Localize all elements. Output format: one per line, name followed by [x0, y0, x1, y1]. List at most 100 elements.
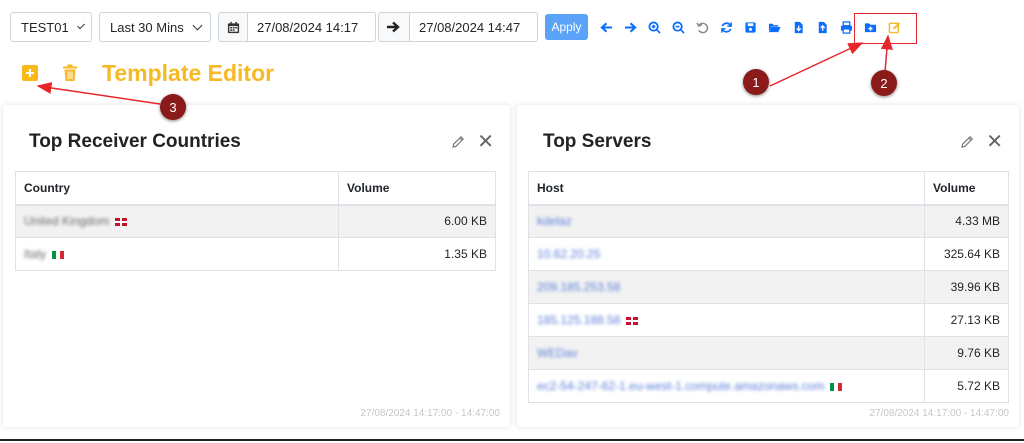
table-row[interactable]: United Kingdom 6.00 KB: [15, 204, 496, 238]
template-editor-bar: Template Editor: [22, 58, 274, 88]
table-header-row: Country Volume: [15, 171, 496, 206]
table-row[interactable]: WEDav 9.76 KB: [528, 336, 1009, 370]
table-row[interactable]: ec2-54-247-62-1.eu-west-1.compute.amazon…: [528, 369, 1009, 403]
column-header[interactable]: Host: [528, 171, 925, 206]
top-servers-panel: Top Servers ✕ Host Volume kdelaz 4.33 MB…: [517, 105, 1019, 427]
back-button[interactable]: [594, 12, 618, 42]
zoom-out-icon: [671, 20, 685, 34]
folder-open-icon: [768, 23, 781, 32]
table-cell: kdelaz: [528, 204, 925, 238]
zoom-in-button[interactable]: [642, 12, 666, 42]
pencil-icon[interactable]: [960, 135, 974, 149]
volume-cell: 39.96 KB: [924, 270, 1009, 304]
panel-tools: ✕: [451, 132, 494, 152]
close-icon[interactable]: ✕: [477, 132, 494, 152]
table-row[interactable]: 10.62.20.25 325.64 KB: [528, 237, 1009, 271]
chevron-down-icon: [192, 20, 203, 30]
file-export-icon: [794, 21, 803, 33]
panel-title: Top Servers: [543, 131, 652, 152]
country-name: Italy: [24, 247, 47, 261]
host-link[interactable]: ec2-54-247-62-1.eu-west-1.compute.amazon…: [537, 379, 824, 393]
highlight-box: [854, 13, 917, 44]
table-row[interactable]: kdelaz 4.33 MB: [528, 204, 1009, 238]
file-import-icon: [818, 21, 827, 33]
undo-icon: [695, 21, 708, 33]
forward-button[interactable]: [618, 12, 642, 42]
chevron-down-icon: [76, 21, 85, 29]
countries-table: Country Volume United Kingdom 6.00 KB It…: [15, 171, 496, 271]
refresh-button[interactable]: [714, 12, 738, 42]
close-icon[interactable]: ✕: [986, 132, 1003, 152]
country-name: United Kingdom: [24, 214, 110, 229]
open-button[interactable]: [762, 12, 786, 42]
table-row[interactable]: Italy 1.35 KB: [15, 237, 496, 271]
host-link[interactable]: WEDav: [537, 346, 578, 360]
undo-button[interactable]: [690, 12, 714, 42]
refresh-icon: [720, 21, 732, 33]
table-cell: 185.125.188.58: [528, 303, 925, 337]
volume-cell: 9.76 KB: [924, 336, 1009, 370]
toolbar: TEST01 Last 30 Mins 27/08/2024 14:17 27/…: [10, 12, 906, 42]
database-select[interactable]: TEST01: [10, 12, 92, 42]
calendar-button[interactable]: [218, 12, 248, 42]
flag-icon: [52, 250, 65, 259]
apply-button[interactable]: Apply: [545, 14, 588, 40]
bottom-divider: [0, 439, 1024, 441]
zoom-out-button[interactable]: [666, 12, 690, 42]
date-from-input[interactable]: 27/08/2024 14:17: [248, 12, 376, 42]
table-row[interactable]: 209.185.253.58 39.96 KB: [528, 270, 1009, 304]
panel-timestamp: 27/08/2024 14:17:00 - 14:47:00: [360, 408, 500, 419]
time-range-value: Last 30 Mins: [110, 19, 184, 35]
column-header[interactable]: Volume: [338, 171, 496, 206]
flag-icon: [626, 316, 639, 325]
zoom-in-icon: [647, 20, 661, 34]
volume-cell: 6.00 KB: [338, 204, 496, 238]
trash-icon[interactable]: [62, 64, 78, 82]
volume-cell: 325.64 KB: [924, 237, 1009, 271]
pencil-icon[interactable]: [451, 135, 465, 149]
volume-cell: 4.33 MB: [924, 204, 1009, 238]
save-icon: [744, 21, 756, 33]
table-header-row: Host Volume: [528, 171, 1009, 206]
date-to-input[interactable]: 27/08/2024 14:47: [410, 12, 538, 42]
arrow-left-icon: [599, 22, 612, 32]
host-link[interactable]: 209.185.253.58: [537, 280, 620, 294]
flag-icon: [830, 382, 843, 391]
column-header[interactable]: Volume: [924, 171, 1009, 206]
date-range-arrow-button[interactable]: [378, 12, 410, 42]
panel-tools: ✕: [960, 132, 1003, 152]
panel-timestamp: 27/08/2024 14:17:00 - 14:47:00: [869, 408, 1009, 419]
volume-cell: 5.72 KB: [924, 369, 1009, 403]
annotation-badge: 3: [160, 94, 186, 120]
template-editor-title: Template Editor: [102, 59, 275, 86]
panel-title: Top Receiver Countries: [29, 131, 241, 152]
top-receiver-countries-panel: Top Receiver Countries ✕ Country Volume …: [3, 105, 510, 427]
table-row[interactable]: 185.125.188.58 27.13 KB: [528, 303, 1009, 337]
host-link[interactable]: 185.125.188.58: [537, 313, 620, 327]
time-range-select[interactable]: Last 30 Mins: [99, 12, 211, 42]
table-cell: United Kingdom: [15, 204, 339, 238]
export-button[interactable]: [786, 12, 810, 42]
arrow-right-icon: [387, 21, 400, 33]
calendar-icon: [227, 21, 239, 33]
host-link[interactable]: kdelaz: [537, 214, 572, 228]
table-cell: 209.185.253.58: [528, 270, 925, 304]
volume-cell: 1.35 KB: [338, 237, 496, 271]
table-cell: 10.62.20.25: [528, 237, 925, 271]
table-cell: ec2-54-247-62-1.eu-west-1.compute.amazon…: [528, 369, 925, 403]
table-cell: WEDav: [528, 336, 925, 370]
table-cell: Italy: [15, 237, 339, 271]
host-link[interactable]: 10.62.20.25: [537, 247, 600, 261]
database-select-value: TEST01: [21, 19, 69, 35]
import-button[interactable]: [810, 12, 834, 42]
print-icon: [840, 20, 852, 34]
add-widget-icon[interactable]: [22, 65, 38, 81]
servers-table: Host Volume kdelaz 4.33 MB 10.62.20.25 3…: [528, 171, 1009, 403]
save-button[interactable]: [738, 12, 762, 42]
arrow-right-icon: [624, 22, 637, 32]
volume-cell: 27.13 KB: [924, 303, 1009, 337]
annotation-badge: 1: [743, 69, 769, 95]
flag-icon: [115, 218, 128, 227]
annotation-badge: 2: [871, 70, 897, 96]
column-header[interactable]: Country: [15, 171, 339, 206]
